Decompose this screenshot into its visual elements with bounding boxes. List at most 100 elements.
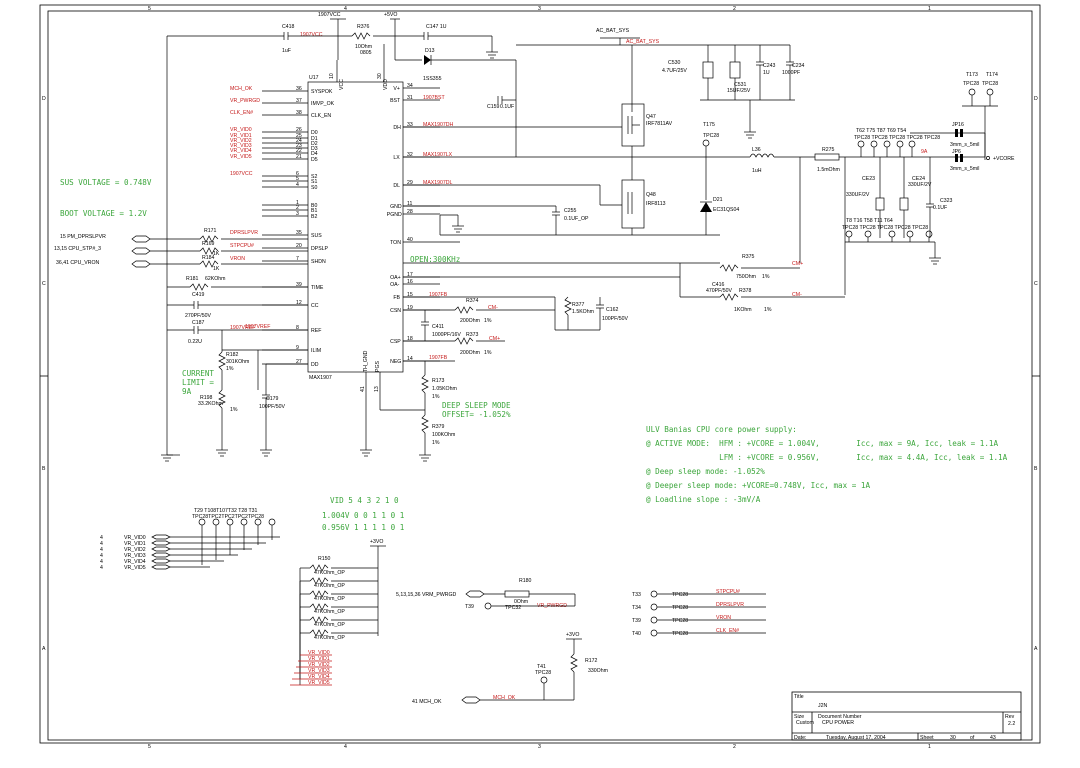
ic-pin-name: S0 — [311, 185, 317, 191]
cm-plus-2: CM+ — [489, 336, 500, 342]
note-current-limit: LIMIT = — [182, 378, 214, 387]
testpoint-icon — [650, 603, 658, 611]
r173-value: 1.05KOhm — [432, 386, 457, 392]
r198-tol: 1% — [230, 407, 238, 413]
ic-pin-number: 34 — [407, 83, 413, 89]
r378-ref: R378 — [739, 288, 752, 294]
r379-tol: 1% — [432, 440, 440, 446]
r182-tol: 1% — [226, 366, 234, 372]
t173-value: TPC28 — [963, 81, 979, 87]
cm-minus-2: CM- — [488, 305, 498, 311]
ic-right-pins: 34V+31BST 1907BST33DH MAX1907DH32LX MAX1907… — [387, 83, 454, 365]
r275-value: 1.5mOhm — [817, 167, 840, 173]
vid-resistor-value: 47KOhm_OP — [314, 622, 345, 628]
testpoint-part: TPC28 — [672, 631, 688, 637]
cm-plus: CM+ — [792, 261, 803, 267]
testpoint-icon — [650, 629, 658, 637]
testpoint-net: DPRSLPVR — [716, 602, 744, 608]
note-vid-table: 0.956V 1 1 1 1 0 1 — [322, 523, 405, 532]
ic-pin-number: 21 — [296, 154, 302, 160]
c255-ref: C255 — [564, 208, 577, 214]
q47-ref: Q47 — [646, 114, 656, 120]
c531-value: 15UF/25V — [727, 88, 751, 94]
testpoint-ref: T39 — [632, 618, 641, 624]
ic-u17: U17 MAX1907 VCC VDD TH_GND PGS 10 30 41 … — [307, 44, 404, 395]
r378-tol: 1% — [764, 307, 772, 313]
ic-pin-number: 7 — [296, 256, 299, 262]
vid-resistor-value: 47KOhm_OP — [314, 570, 345, 576]
sheet-total: 43 — [990, 735, 996, 741]
ic-pin-net: CLK_EN# — [230, 110, 253, 116]
ic-pin-name: CSN — [390, 308, 401, 314]
output-section: T173 T174 TPC28 TPC28 JP16 3mm_s_5mil JP… — [842, 72, 1015, 265]
ce23-value: 330UF/2V — [846, 192, 870, 198]
row-label: D — [1034, 96, 1038, 102]
r378-value: 1KOhm — [734, 307, 752, 313]
vid-port-arrow — [151, 564, 171, 570]
ic-pin-number: 38 — [296, 110, 302, 116]
size-value: Custom — [796, 720, 814, 726]
row-label: D — [42, 96, 46, 102]
row-label: B — [42, 466, 46, 472]
col-label: 4 — [344, 6, 347, 12]
row-label: A — [42, 646, 46, 652]
ic-pin-name: IMVP_OK — [311, 101, 335, 107]
ic-pin-number: 36 — [296, 86, 302, 92]
t41-value: TPC28 — [535, 670, 551, 676]
sig-mch-ok: 41 MCH_OK — [412, 699, 442, 705]
r374-value: 200Ohm — [460, 318, 480, 324]
date-value: Tuesday, August 17, 2004 — [826, 735, 886, 741]
t174-value: TPC28 — [982, 81, 998, 87]
ic-pin-net: DPRSLPVR — [230, 230, 258, 236]
r373-value: 200Ohm — [460, 350, 480, 356]
r374-ref: R374 — [466, 298, 479, 304]
ce24-value: 330UF/2V — [908, 182, 932, 188]
testpoint-icon — [650, 616, 658, 624]
border-col-labels: 5 4 3 2 1 5 4 3 2 1 — [148, 6, 931, 750]
vid-resistor-value: 47KOhm_OP — [314, 596, 345, 602]
d21-value: EC31QS04 — [713, 207, 739, 213]
r169-ref: R169 — [202, 241, 215, 247]
q48-value: IRF8113 — [646, 201, 666, 207]
jp6-value: 3mm_s_5mil — [950, 166, 979, 172]
c418-value: 1uF — [282, 48, 291, 54]
c530-ref: C530 — [668, 60, 681, 66]
col-label: 5 — [148, 6, 151, 12]
ic-pin-num: 10 — [329, 73, 335, 79]
note-sus-voltage: SUS VOLTAGE = 0.748V — [60, 178, 152, 187]
left-passives: 15 PM_DPRSLPVR 13,15 CPU_STP#_3 36,41 CP… — [54, 228, 308, 462]
ic-pin-name: DH — [393, 125, 401, 131]
vid-bus-net: VR_VID5 — [308, 680, 330, 686]
r171-ref: R171 — [204, 228, 217, 234]
ic-pin-name: TON — [390, 240, 401, 246]
ac-bat-sys-net: AC_BAT_SYS — [626, 39, 660, 45]
c411-ref: C411 — [432, 324, 444, 330]
c323-ref: C323 — [940, 198, 953, 204]
ic-pin-name: NEG — [390, 359, 401, 365]
docnum-value: CPU POWER — [822, 720, 854, 726]
c234-ref: C234 — [792, 63, 805, 69]
q47-value: IRF7811AV — [646, 121, 673, 127]
c419-value: 270PF/50V — [185, 313, 211, 319]
c147-ref: C147 1U — [426, 24, 447, 30]
vid-port-arrow — [151, 552, 171, 558]
r374-tol: 1% — [484, 318, 492, 324]
r373-ref: R373 — [466, 332, 479, 338]
ic-pin-net: VR_VID5 — [230, 154, 252, 160]
q48-ref: Q48 — [646, 192, 656, 198]
ic-pin-net: VR_PWRGD — [230, 98, 260, 104]
power-stage: AC_BAT_SYS AC_BAT_SYS C530 4.7UF/25V C53… — [403, 28, 985, 295]
col-label: 5 — [148, 744, 151, 750]
t173-ref: T173 — [966, 72, 978, 78]
ac-bat-sys-label: AC_BAT_SYS — [596, 28, 630, 34]
vid-resistor-value: 47KOhm_OP — [314, 583, 345, 589]
ic-pin-name: BST — [390, 98, 401, 104]
jp16-value: 3mm_s_5mil — [950, 142, 979, 148]
r150-ref: R150 — [318, 556, 331, 562]
rev-label: Rev — [1005, 714, 1015, 720]
ic-pin-num: 13 — [374, 386, 380, 392]
r180-ref: R180 — [519, 578, 532, 584]
vid-resistor-value: 47KOhm_OP — [314, 635, 345, 641]
vid-port-arrow — [151, 540, 171, 546]
col-label: 3 — [538, 6, 541, 12]
